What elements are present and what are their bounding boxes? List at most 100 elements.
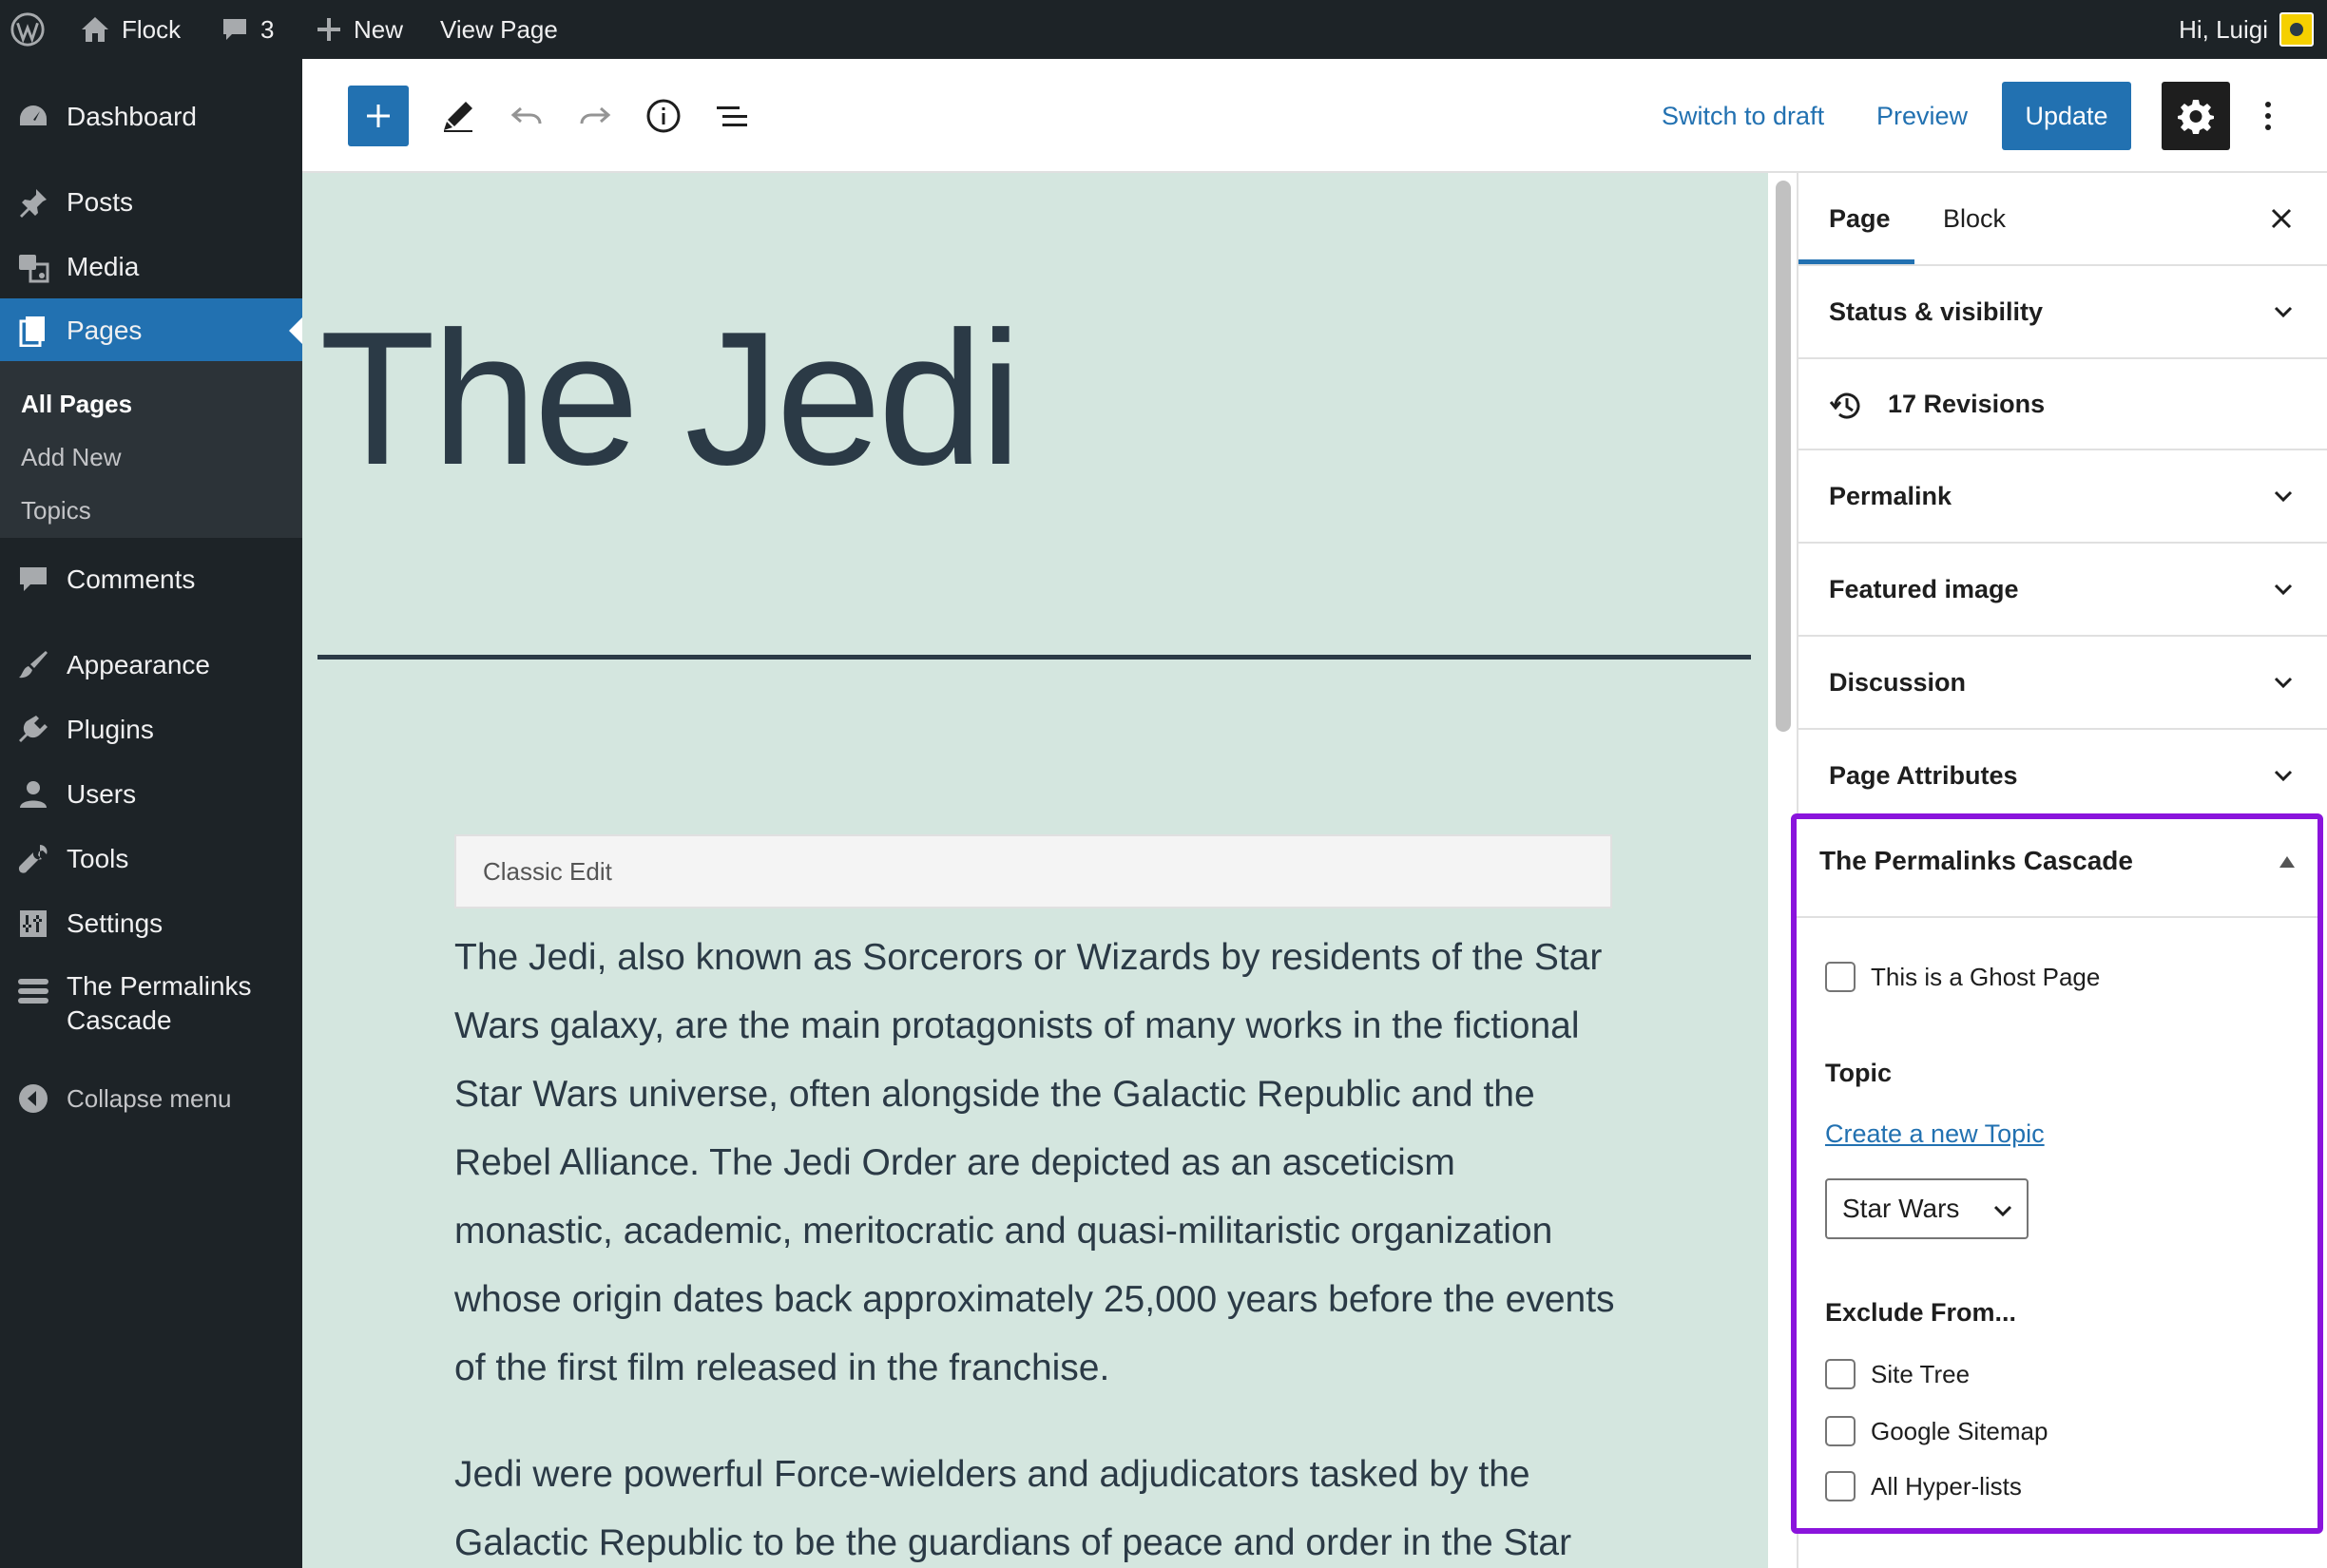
sidebar-item-label: Tools: [67, 844, 129, 873]
exclude-google-sitemap-row[interactable]: Google Sitemap: [1825, 1416, 2048, 1446]
section-label: Status & visibility: [1829, 296, 2044, 326]
panel-status-visibility[interactable]: Status & visibility: [1798, 264, 2327, 357]
sidebar-item-label: Comments: [67, 564, 196, 594]
admin-sidebar: Dashboard Posts Media Pages All Pages Ad…: [0, 59, 302, 1568]
metabox-header[interactable]: The Permalinks Cascade: [1797, 819, 2317, 918]
brush-icon: [15, 647, 51, 683]
exclude-option-label: All Hyper-lists: [1871, 1471, 2022, 1501]
editor-toolbar: Switch to draft Preview Update: [302, 59, 2327, 173]
block-inserter-button[interactable]: [348, 86, 409, 146]
sidebar-item-appearance[interactable]: Appearance: [0, 635, 302, 696]
greeting: Hi, Luigi: [2179, 14, 2268, 44]
sidebar-item-label: Appearance: [67, 650, 211, 679]
sidebar-item-plugins[interactable]: Plugins: [0, 699, 302, 760]
my-account-menu[interactable]: Hi, Luigi: [2179, 0, 2314, 59]
sidebar-item-users[interactable]: Users: [0, 764, 302, 825]
scrollbar-thumb[interactable]: [1776, 181, 1791, 732]
submenu-all-pages[interactable]: All Pages: [21, 390, 132, 419]
exclude-hyper-lists-checkbox[interactable]: [1825, 1471, 1856, 1501]
update-button[interactable]: Update: [2002, 82, 2131, 150]
redo-button[interactable]: [572, 93, 618, 139]
new-content-link[interactable]: New: [316, 0, 403, 59]
comments-count: 3: [260, 14, 275, 44]
sidebar-item-posts[interactable]: Posts: [0, 171, 302, 234]
page-title[interactable]: The Jedi: [319, 304, 1022, 494]
submenu-add-new[interactable]: Add New: [21, 443, 122, 472]
sidebar-item-label: Settings: [67, 908, 163, 938]
collapse-icon: [15, 1080, 51, 1117]
section-label: 17 Revisions: [1888, 389, 2046, 418]
sidebar-item-tools[interactable]: Tools: [0, 829, 302, 889]
topic-select[interactable]: Star Wars: [1825, 1178, 2029, 1239]
close-icon: [2271, 208, 2292, 229]
collapse-menu-button[interactable]: Collapse menu: [0, 1068, 302, 1129]
sidebar-item-comments[interactable]: Comments: [0, 549, 302, 610]
tab-page[interactable]: Page: [1829, 173, 1891, 264]
media-icon: [15, 249, 51, 285]
view-page-link[interactable]: View Page: [440, 0, 558, 59]
switch-to-draft-button[interactable]: Switch to draft: [1662, 59, 1824, 173]
exclude-hyper-lists-row[interactable]: All Hyper-lists: [1825, 1471, 2022, 1501]
panel-page-attributes[interactable]: Page Attributes: [1798, 728, 2327, 821]
section-label: Discussion: [1829, 667, 1967, 697]
site-name: Flock: [122, 14, 182, 44]
exclude-google-sitemap-checkbox[interactable]: [1825, 1416, 1856, 1446]
wrench-icon: [15, 841, 51, 877]
settings-icon: [15, 906, 51, 942]
sidebar-item-permalinks-cascade[interactable]: The Permalinks Cascade: [0, 962, 302, 1051]
more-options-button[interactable]: [2253, 93, 2283, 139]
comments-link[interactable]: 3: [221, 0, 274, 59]
home-icon: [82, 17, 108, 42]
plus-icon: [317, 18, 340, 41]
avatar: [2279, 12, 2314, 47]
panel-featured-image[interactable]: Featured image: [1798, 542, 2327, 635]
sidebar-item-settings[interactable]: Settings: [0, 893, 302, 954]
exclude-site-tree-row[interactable]: Site Tree: [1825, 1359, 1970, 1389]
update-label: Update: [2025, 101, 2108, 130]
details-button[interactable]: [641, 93, 686, 139]
paragraph-block[interactable]: Jedi were powerful Force-wielders and ad…: [454, 1441, 1624, 1568]
panel-revisions[interactable]: 17 Revisions: [1798, 357, 2327, 449]
pages-submenu: All Pages Add New Topics: [0, 361, 302, 538]
dashboard-icon: [15, 99, 51, 135]
site-name-link[interactable]: Flock: [80, 0, 181, 59]
ghost-page-label: This is a Ghost Page: [1871, 962, 2101, 991]
plus-icon: [367, 105, 390, 127]
chevron-down-icon: [2274, 306, 2293, 318]
ghost-page-checkbox-row[interactable]: This is a Ghost Page: [1825, 962, 2100, 992]
pin-icon: [15, 184, 51, 220]
tools-button[interactable]: [435, 93, 481, 139]
comment-icon: [15, 562, 51, 598]
sidebar-item-media[interactable]: Media: [0, 236, 302, 298]
classic-editor-toolbar[interactable]: Classic Edit: [454, 834, 1612, 908]
ghost-page-checkbox[interactable]: [1825, 962, 1856, 992]
sidebar-item-label: The Permalinks Cascade: [67, 969, 252, 1038]
close-panel-button[interactable]: [2262, 200, 2300, 238]
exclude-site-tree-checkbox[interactable]: [1825, 1359, 1856, 1389]
cascade-label-line-2: Cascade: [67, 1005, 172, 1035]
tab-block[interactable]: Block: [1943, 173, 2006, 264]
metabox-title: The Permalinks Cascade: [1819, 846, 2133, 875]
sidebar-item-dashboard[interactable]: Dashboard: [0, 86, 302, 148]
sidebar-item-label: Posts: [67, 187, 134, 217]
undo-icon: [510, 106, 542, 124]
paragraph-block[interactable]: The Jedi, also known as Sorcerors or Wiz…: [454, 924, 1624, 1403]
undo-button[interactable]: [504, 93, 549, 139]
sidebar-item-pages[interactable]: Pages: [0, 298, 302, 363]
wordpress-logo-icon[interactable]: [10, 0, 46, 59]
create-topic-link[interactable]: Create a new Topic: [1825, 1119, 2045, 1149]
chevron-down-icon: [2274, 490, 2293, 503]
sidebar-item-label: Collapse menu: [67, 1084, 232, 1113]
collapse-triangle-icon[interactable]: [2278, 853, 2297, 870]
chevron-down-icon: [2274, 677, 2293, 689]
submenu-topics[interactable]: Topics: [21, 496, 91, 526]
list-view-button[interactable]: [709, 93, 755, 139]
panel-permalink[interactable]: Permalink: [1798, 449, 2327, 542]
preview-button[interactable]: Preview: [1876, 59, 1968, 173]
cascade-icon: [15, 973, 51, 1009]
separator-block: [317, 655, 1751, 660]
permalinks-cascade-metabox: The Permalinks Cascade This is a Ghost P…: [1791, 813, 2323, 1534]
info-icon: [646, 99, 681, 133]
settings-button[interactable]: [2162, 82, 2230, 150]
panel-discussion[interactable]: Discussion: [1798, 635, 2327, 728]
